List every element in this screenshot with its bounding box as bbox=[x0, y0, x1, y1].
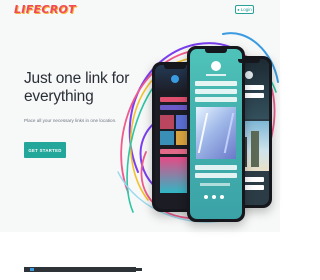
preview-divider bbox=[136, 268, 142, 271]
login-button[interactable]: ● Login bbox=[235, 5, 254, 14]
preview-logo-icon bbox=[30, 268, 34, 271]
next-section-preview bbox=[0, 232, 280, 280]
phone-mockup-center-icon bbox=[187, 46, 245, 222]
brand-logo[interactable]: LIFECROT bbox=[14, 3, 76, 16]
hero-illustration bbox=[108, 22, 280, 232]
preview-browser-bar bbox=[24, 267, 136, 272]
login-button-label: Login bbox=[240, 7, 252, 12]
user-icon: ● bbox=[237, 6, 240, 12]
get-started-button[interactable]: GET STARTED bbox=[24, 142, 66, 158]
